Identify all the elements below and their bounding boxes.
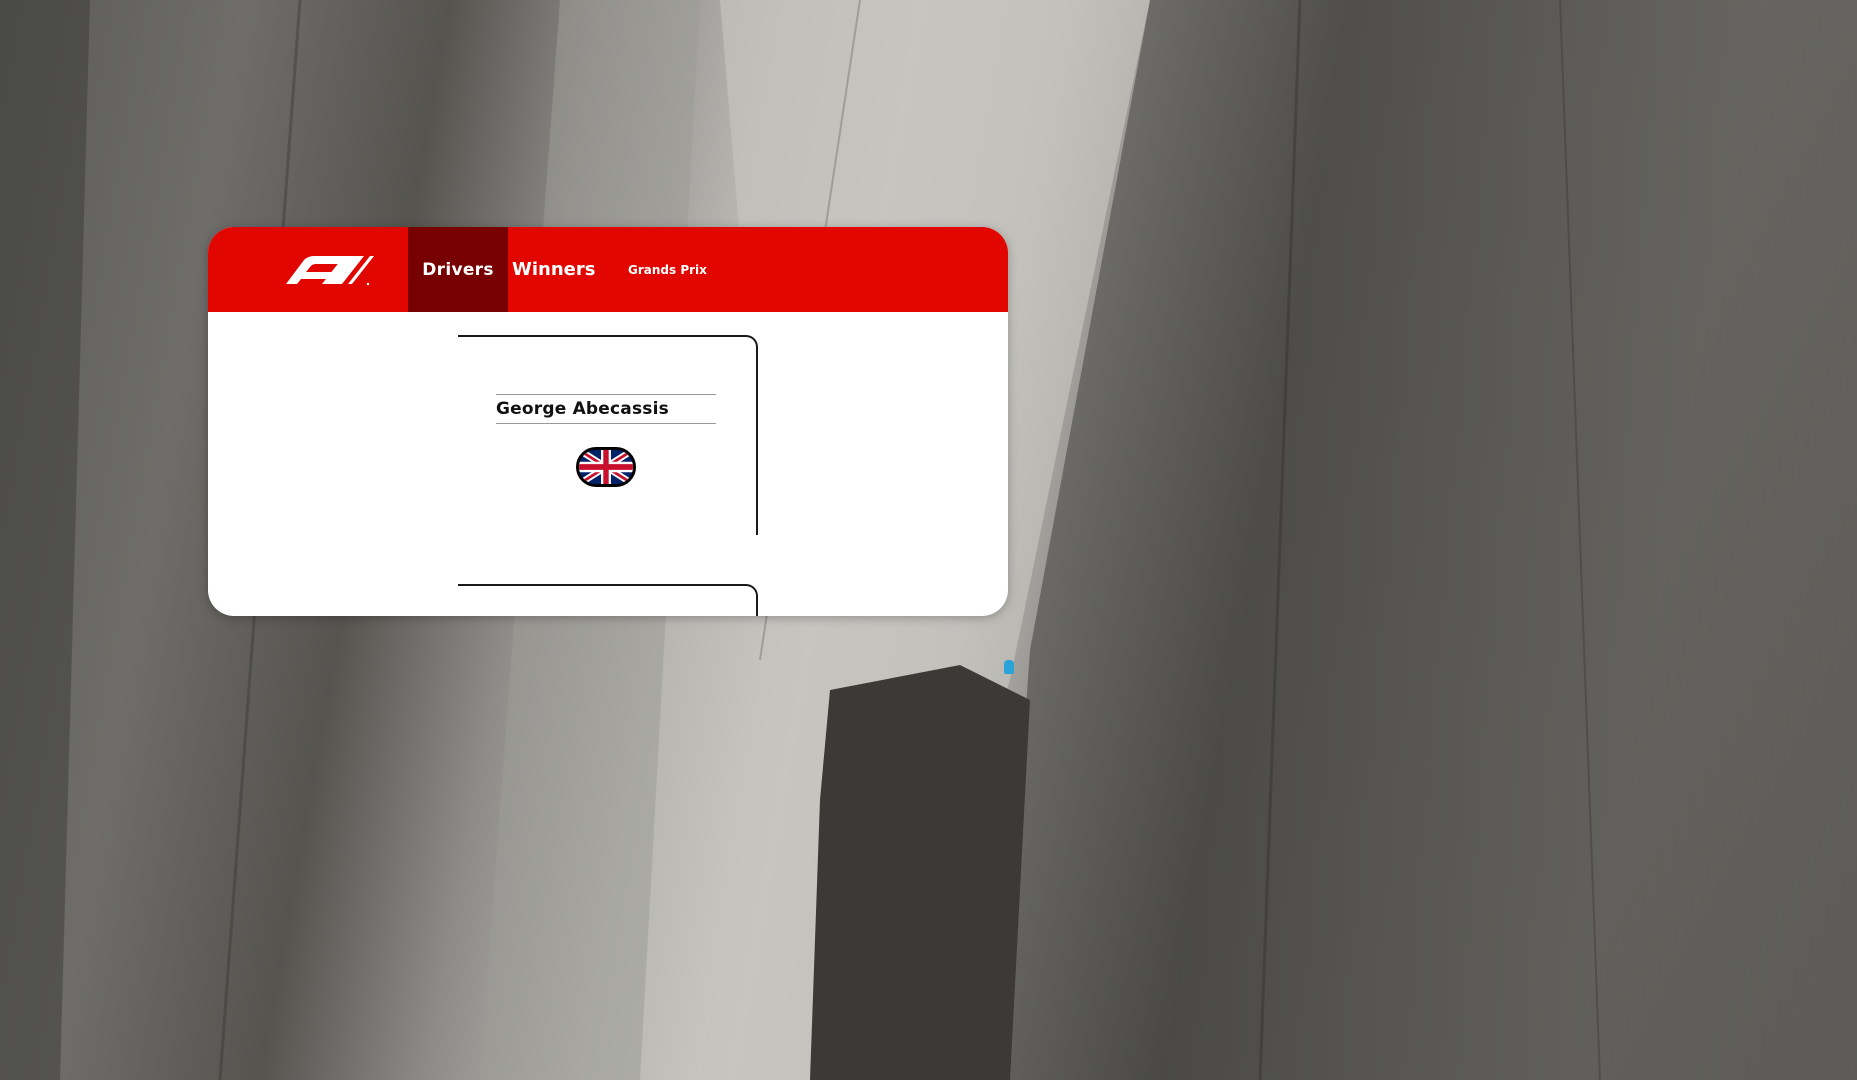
tab-drivers[interactable]: Drivers xyxy=(408,227,508,312)
driver-card[interactable]: George Abecassis xyxy=(458,335,758,535)
climber-figure xyxy=(1004,660,1014,674)
driver-card-next[interactable] xyxy=(458,584,758,616)
tab-winners-label: Winners xyxy=(512,259,596,280)
f1-logo-icon[interactable] xyxy=(282,254,382,286)
tab-winners[interactable]: Winners xyxy=(512,227,595,312)
uk-flag-icon xyxy=(576,447,636,487)
app-header: Drivers Winners Grands Prix xyxy=(208,227,1008,312)
tab-grands-prix-label: Grands Prix xyxy=(628,262,707,277)
tab-grands-prix[interactable]: Grands Prix xyxy=(628,227,707,312)
f1-app-window: Drivers Winners Grands Prix George Abeca… xyxy=(208,227,1008,616)
tab-drivers-label: Drivers xyxy=(422,259,494,280)
driver-name: George Abecassis xyxy=(496,399,669,419)
driver-name-box: George Abecassis xyxy=(496,394,716,424)
